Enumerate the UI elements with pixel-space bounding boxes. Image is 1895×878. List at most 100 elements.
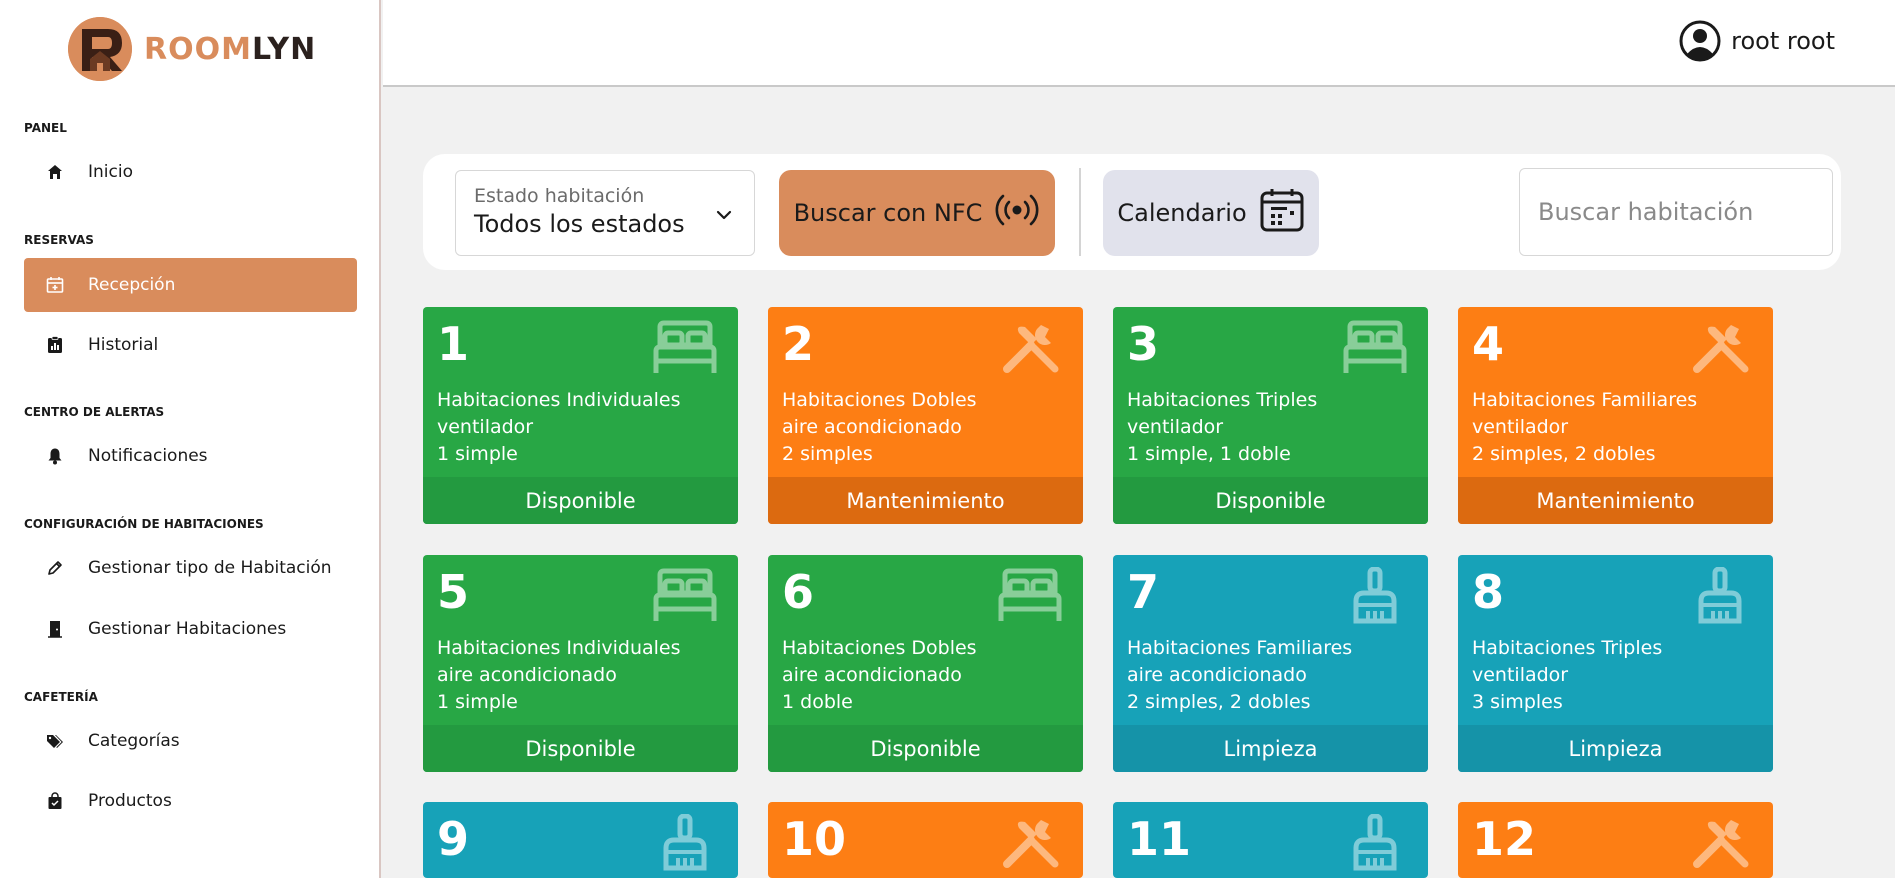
room-card[interactable]: 6 Habitaciones Dobles aire acondicionado… [768, 555, 1083, 772]
room-status: Limpieza [1113, 725, 1428, 772]
room-climate: ventilador [1472, 664, 1569, 686]
room-number: 12 [1472, 812, 1537, 866]
section-title-cafeteria: CAFETERÍA [24, 690, 98, 704]
bag-check-icon [46, 792, 64, 810]
brand[interactable]: ROOMLYN [68, 17, 316, 81]
nfc-search-button[interactable]: Buscar con NFC [779, 170, 1055, 256]
room-number: 9 [437, 812, 470, 866]
room-details: Habitaciones Triples ventilador 3 simple… [1472, 635, 1662, 716]
sidebar-item-categorias[interactable]: Categorías [24, 714, 357, 768]
section-title-configuracion: CONFIGURACIÓN DE HABITACIONES [24, 517, 264, 531]
sidebar-item-label: Recepción [88, 275, 176, 295]
room-card[interactable]: 10 [768, 802, 1083, 878]
room-status: Mantenimiento [768, 477, 1083, 524]
room-status: Disponible [1113, 477, 1428, 524]
sidebar-item-inicio[interactable]: Inicio [24, 145, 357, 199]
room-card[interactable]: 5 Habitaciones Individuales aire acondic… [423, 555, 738, 772]
sidebar-item-label: Gestionar Habitaciones [88, 619, 287, 639]
room-card[interactable]: 7 Habitaciones Familiares aire acondicio… [1113, 555, 1428, 772]
logo-icon [68, 17, 132, 81]
room-climate: aire acondicionado [1127, 664, 1307, 686]
room-number: 7 [1127, 565, 1160, 619]
room-details: Habitaciones Dobles aire acondicionado 2… [782, 387, 977, 468]
section-title-alertas: CENTRO DE ALERTAS [24, 405, 165, 419]
room-number: 11 [1127, 812, 1192, 866]
bell-icon [46, 447, 64, 465]
room-type: Habitaciones Individuales [437, 637, 681, 659]
room-number: 8 [1472, 565, 1505, 619]
room-search-input[interactable]: Buscar habitación [1519, 168, 1833, 256]
room-beds: 2 simples, 2 dobles [1127, 691, 1311, 713]
room-beds: 1 doble [782, 691, 853, 713]
broom-icon [1353, 567, 1397, 624]
sidebar-item-label: Inicio [88, 162, 133, 182]
broom-icon [663, 814, 707, 871]
room-number: 6 [782, 565, 815, 619]
section-title-reservas: RESERVAS [24, 233, 94, 247]
bed-icon [998, 568, 1062, 621]
room-details: Habitaciones Individuales aire acondicio… [437, 635, 681, 716]
room-status: Disponible [768, 725, 1083, 772]
room-details: Habitaciones Triples ventilador 1 simple… [1127, 387, 1317, 468]
room-number: 1 [437, 317, 470, 371]
room-type: Habitaciones Dobles [782, 389, 977, 411]
room-climate: aire acondicionado [782, 416, 962, 438]
nfc-search-label: Buscar con NFC [793, 199, 983, 227]
sidebar-item-gestionar-habitaciones[interactable]: Gestionar Habitaciones [24, 602, 357, 656]
home-icon [46, 163, 64, 181]
brand-name: ROOMLYN [144, 32, 316, 67]
door-icon [46, 620, 64, 638]
filter-divider [1079, 168, 1081, 256]
room-beds: 1 simple [437, 443, 518, 465]
room-climate: ventilador [437, 416, 534, 438]
user-name: root root [1731, 27, 1835, 55]
room-card[interactable]: 9 [423, 802, 738, 878]
user-menu[interactable]: root root [1679, 20, 1835, 62]
status-select[interactable]: Estado habitación Todos los estados [455, 170, 755, 256]
room-type: Habitaciones Dobles [782, 637, 977, 659]
room-type: Habitaciones Familiares [1127, 637, 1353, 659]
calendar-plus-icon [46, 276, 64, 294]
calendar-label: Calendario [1117, 199, 1247, 227]
room-card[interactable]: 3 Habitaciones Triples ventilador 1 simp… [1113, 307, 1428, 524]
sidebar-item-historial[interactable]: Historial [24, 318, 357, 372]
sidebar-item-gestionar-tipo[interactable]: Gestionar tipo de Habitación [24, 541, 357, 595]
broom-icon [1353, 814, 1397, 871]
room-details: Habitaciones Dobles aire acondicionado 1… [782, 635, 977, 716]
room-card[interactable]: 4 Habitaciones Familiares ventilador 2 s… [1458, 307, 1773, 524]
topbar: root root [383, 0, 1895, 87]
brand-name-part: LYN [251, 31, 317, 67]
room-card[interactable]: 2 Habitaciones Dobles aire acondicionado… [768, 307, 1083, 524]
room-details: Habitaciones Familiares ventilador 2 sim… [1472, 387, 1697, 468]
room-beds: 2 simples, 2 dobles [1472, 443, 1656, 465]
sidebar-item-notificaciones[interactable]: Notificaciones [24, 429, 357, 483]
bed-icon [1343, 320, 1407, 373]
calendar-icon [1259, 187, 1305, 239]
room-card[interactable]: 1 Habitaciones Individuales ventilador 1… [423, 307, 738, 524]
clipboard-chart-icon [46, 336, 64, 354]
chevron-down-icon [714, 205, 734, 225]
room-type: Habitaciones Triples [1127, 389, 1318, 411]
sidebar: ROOMLYN PANEL Inicio RESERVAS Recepción … [0, 0, 381, 878]
room-climate: ventilador [1472, 416, 1569, 438]
room-number: 4 [1472, 317, 1505, 371]
sidebar-item-recepcion[interactable]: Recepción [24, 258, 357, 312]
room-card[interactable]: 8 Habitaciones Triples ventilador 3 simp… [1458, 555, 1773, 772]
sidebar-item-label: Notificaciones [88, 446, 208, 466]
room-card[interactable]: 11 [1113, 802, 1428, 878]
room-card[interactable]: 12 [1458, 802, 1773, 878]
room-beds: 3 simples [1472, 691, 1563, 713]
room-status: Mantenimiento [1458, 477, 1773, 524]
room-search-placeholder: Buscar habitación [1538, 198, 1754, 226]
tools-icon [1693, 325, 1749, 373]
room-climate: ventilador [1127, 416, 1224, 438]
room-climate: aire acondicionado [437, 664, 617, 686]
calendar-button[interactable]: Calendario [1103, 170, 1319, 256]
room-type: Habitaciones Familiares [1472, 389, 1698, 411]
bed-icon [653, 320, 717, 373]
sidebar-item-productos[interactable]: Productos [24, 774, 357, 828]
room-status: Disponible [423, 477, 738, 524]
sidebar-item-label: Historial [88, 335, 159, 355]
room-details: Habitaciones Familiares aire acondiciona… [1127, 635, 1352, 716]
nfc-icon [994, 193, 1040, 233]
